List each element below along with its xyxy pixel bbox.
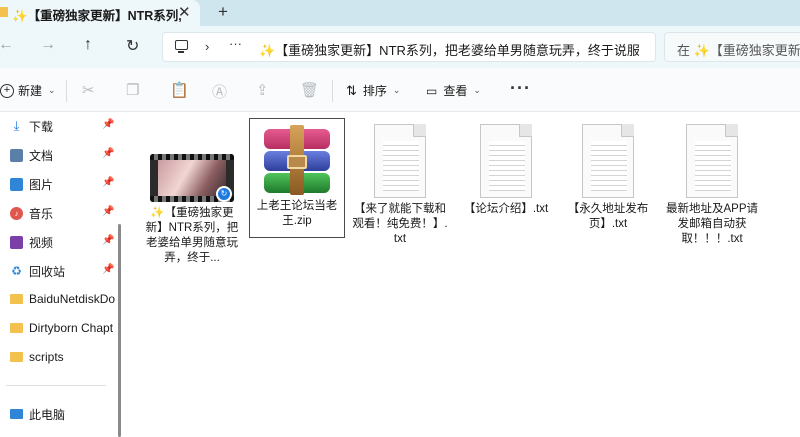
close-tab-icon[interactable]: ✕ (178, 3, 191, 21)
chevron-down-icon: ⌄ (392, 85, 401, 95)
folder-icon (0, 7, 8, 17)
sidebar-item-music[interactable]: ♪ 音乐 📌 (10, 202, 116, 224)
sidebar-item-label: Dirtyborn Chapt (29, 321, 114, 335)
file-item-txt[interactable]: 最新地址及APP请发邮箱自动获取！！！.txt (664, 124, 760, 247)
sort-button[interactable]: ⇅ 排序 ⌄ (346, 82, 400, 99)
new-button-label: 新建 (18, 84, 43, 98)
new-button[interactable]: + 新建 ⌄ (0, 82, 56, 99)
up-button[interactable]: ↑ (84, 36, 92, 54)
view-icon: ▭ (426, 83, 438, 98)
folder-icon (10, 323, 23, 333)
recycle-bin-icon: ♻ (11, 264, 22, 278)
text-file-icon (480, 124, 532, 198)
archive-buckle (287, 155, 307, 169)
pin-icon: 📌 (102, 177, 115, 188)
sidebar-item-dirtyborn[interactable]: Dirtyborn Chapt (10, 317, 116, 339)
cut-icon[interactable]: ✂ (82, 81, 95, 99)
more-options-button[interactable]: ··· (510, 78, 531, 99)
file-name: 【永久地址发布页】.txt (567, 203, 649, 230)
file-name: 【论坛介绍】.txt (463, 203, 549, 215)
sort-icon: ⇅ (346, 82, 357, 98)
sort-button-label: 排序 (362, 84, 387, 98)
search-input[interactable]: 在 ✨【重磅独家更新 (677, 40, 800, 59)
file-name: 【来了就能下载和观看！纯免费！】.txt (352, 203, 448, 245)
pin-icon: 📌 (102, 206, 115, 217)
sidebar-item-pictures[interactable]: 图片 📌 (10, 173, 116, 195)
sidebar-item-videos[interactable]: 视频 📌 (10, 231, 116, 253)
share-icon[interactable]: ⇪ (256, 81, 269, 99)
sidebar-item-recycle-bin[interactable]: ♻ 回收站 📌 (10, 260, 116, 282)
sidebar-item-downloads[interactable]: ⤓ 下载 📌 (10, 115, 116, 137)
sidebar-item-this-pc[interactable]: 此电脑 (10, 403, 116, 425)
file-name: 上老王论坛当老王.zip (256, 200, 338, 227)
breadcrumb-chevron-icon[interactable]: › (205, 39, 209, 54)
pin-icon: 📌 (102, 119, 115, 130)
file-item-txt[interactable]: 【来了就能下载和观看！纯免费！】.txt (352, 124, 448, 247)
sidebar-scrollbar[interactable] (118, 224, 121, 437)
folder-icon (10, 294, 23, 304)
text-file-icon (686, 124, 738, 198)
back-button[interactable]: ← (0, 36, 14, 54)
pictures-icon (10, 177, 23, 191)
file-item-video[interactable]: ↻ ✨【重磅独家更新】NTR系列，把老婆给单男随意玩弄，终于... (144, 154, 240, 266)
file-item-zip[interactable]: 上老王论坛当老王.zip (249, 118, 345, 238)
rename-icon[interactable]: Ⓐ (212, 81, 227, 102)
sidebar-item-label: 此电脑 (29, 407, 66, 422)
sidebar-item-label: scripts (29, 350, 64, 364)
file-item-txt[interactable]: 【论坛介绍】.txt (458, 124, 554, 217)
view-button[interactable]: ▭ 查看 ⌄ (426, 82, 481, 99)
video-thumbnail: ↻ (150, 154, 234, 202)
breadcrumb-current-folder[interactable]: ✨【重磅独家更新】NTR系列，把老婆给单男随意玩弄，终于说服老 (259, 40, 639, 59)
file-name: ✨【重磅独家更新】NTR系列，把老婆给单男随意玩弄，终于... (145, 207, 239, 264)
file-item-txt[interactable]: 【永久地址发布页】.txt (560, 124, 656, 232)
chevron-down-icon: ⌄ (48, 85, 56, 95)
file-name: 最新地址及APP请发邮箱自动获取！！！.txt (665, 203, 758, 245)
new-tab-button[interactable]: + (218, 2, 228, 22)
text-file-icon (582, 124, 634, 198)
music-icon: ♪ (10, 206, 23, 220)
toolbar-divider (332, 80, 333, 102)
title-bar: ✨【重磅独家更新】NTR系列, ✕ + (0, 0, 800, 26)
view-button-label: 查看 (443, 84, 468, 98)
sync-badge-icon: ↻ (216, 186, 232, 202)
tab-title: ✨【重磅独家更新】NTR系列, (12, 9, 182, 23)
winrar-archive-icon (258, 125, 336, 195)
copy-icon[interactable]: ❐ (126, 81, 139, 99)
plus-icon: + (0, 83, 14, 98)
toolbar-divider (66, 80, 67, 102)
command-bar: + 新建 ⌄ ✂ ❐ 📋 Ⓐ ⇪ 🗑 ⇅ 排序 ⌄ ▭ 查看 ⌄ ··· (0, 68, 800, 112)
pin-icon: 📌 (102, 148, 115, 159)
video-icon (10, 235, 23, 249)
sidebar-divider (6, 385, 106, 386)
this-pc-icon[interactable] (175, 40, 188, 53)
folder-icon (10, 352, 23, 362)
sidebar-item-scripts[interactable]: scripts (10, 346, 116, 368)
tab-current-folder[interactable]: ✨【重磅独家更新】NTR系列, ✕ (0, 0, 200, 26)
pin-icon: 📌 (102, 264, 115, 275)
sidebar-item-documents[interactable]: 文档 📌 (10, 144, 116, 166)
navigation-pane: ⤓ 下载 📌 文档 📌 图片 📌 ♪ 音乐 📌 视频 📌 ♻ 回收站 📌 Bai… (0, 112, 118, 437)
document-icon (10, 148, 23, 162)
pin-icon: 📌 (102, 235, 115, 246)
this-pc-icon (10, 409, 23, 419)
file-list: ↻ ✨【重磅独家更新】NTR系列，把老婆给单男随意玩弄，终于... 上老王论坛当… (124, 112, 800, 437)
delete-icon[interactable]: 🗑 (300, 81, 319, 99)
refresh-button[interactable]: ↻ (126, 36, 139, 56)
search-box[interactable]: 在 ✨【重磅独家更新 (664, 32, 800, 62)
navigation-bar: ← → ↑ ↻ › ··· ✨【重磅独家更新】NTR系列，把老婆给单男随意玩弄，… (0, 26, 800, 68)
address-bar[interactable]: › ··· ✨【重磅独家更新】NTR系列，把老婆给单男随意玩弄，终于说服老 (162, 32, 656, 62)
sidebar-item-label: BaiduNetdiskDo (29, 292, 116, 306)
download-icon: ⤓ (13, 118, 20, 133)
sidebar-item-baidunetdisk[interactable]: BaiduNetdiskDo (10, 288, 116, 310)
breadcrumb-overflow-button[interactable]: ··· (229, 36, 242, 51)
chevron-down-icon: ⌄ (473, 85, 481, 95)
forward-button[interactable]: → (40, 36, 56, 54)
paste-icon[interactable]: 📋 (170, 81, 189, 99)
text-file-icon (374, 124, 426, 198)
